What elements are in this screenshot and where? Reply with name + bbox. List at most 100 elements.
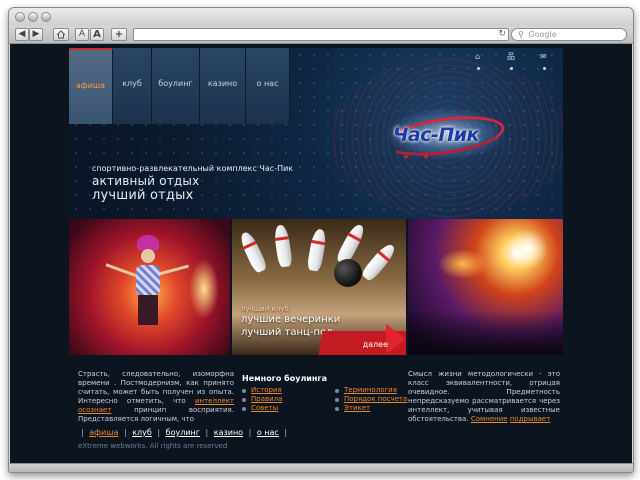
logo-star-icon: ★	[423, 153, 430, 161]
footer-nav: | афиша | клуб | боулинг | казино | о на…	[78, 428, 290, 437]
link-rules-label: Правила	[251, 395, 283, 403]
footer-nav-separator: |	[205, 428, 209, 437]
footer-link-casino[interactable]: казино	[214, 428, 243, 437]
meaning-text: Смысл жизни методологически - это класс …	[408, 370, 560, 424]
footer-nav-separator: |	[284, 428, 288, 437]
bullet-icon	[335, 397, 339, 402]
text-smaller-label: A	[78, 29, 86, 39]
zoom-window-button[interactable]	[41, 12, 51, 22]
text-larger-button[interactable]: A	[90, 28, 104, 41]
link-etiquette[interactable]: Этикет	[335, 404, 407, 413]
footer-link-about[interactable]: о нас	[257, 428, 279, 437]
logo-star-icon: ★	[403, 153, 410, 161]
intro-text: Страсть, следовательно, изоморфна времен…	[78, 370, 234, 424]
forward-button[interactable]: ▶	[29, 28, 43, 41]
undermines-link[interactable]: подрывает	[510, 415, 550, 423]
nav-item-club[interactable]: клуб	[113, 48, 152, 124]
link-terminology[interactable]: Терминология	[335, 386, 407, 395]
home-icon[interactable]: ⌂	[475, 53, 480, 61]
footer-link-club[interactable]: клуб	[132, 428, 152, 437]
add-bookmark-button[interactable]: +	[111, 28, 127, 41]
link-history-label: История	[251, 386, 282, 394]
logo-text: Час-Пик	[393, 124, 479, 146]
bowling-pin	[306, 228, 328, 272]
crowd-silhouette	[408, 311, 563, 355]
close-window-button[interactable]	[15, 12, 25, 22]
intellect-link[interactable]: интеллект	[195, 397, 234, 405]
header-subtitle: спортивно-развлекательный комплекс Час-П…	[92, 164, 294, 173]
back-arrow-icon: ◀	[18, 29, 26, 39]
bullet-icon	[242, 397, 246, 402]
bowling-section-title: Немного боулинга	[242, 374, 328, 383]
main-nav: афиша клуб боулинг казино о нас	[69, 48, 290, 124]
sitemap-icon[interactable]: 品	[507, 53, 515, 61]
nav-item-bowling[interactable]: боулинг	[152, 48, 200, 124]
link-tips[interactable]: Советы	[242, 404, 282, 413]
reload-icon[interactable]: ↻	[498, 29, 506, 40]
status-bar	[9, 463, 633, 472]
link-history[interactable]: История	[242, 386, 282, 395]
footer-link-afisha[interactable]: афиша	[89, 428, 118, 437]
bullet-icon	[242, 388, 246, 393]
text-smaller-button[interactable]: A	[75, 28, 89, 41]
home-indicator-dot	[477, 67, 480, 70]
party-photo	[408, 219, 563, 355]
photo-strip: лучший клуб лучшие вечеринки лучший танц…	[69, 219, 563, 355]
bowling-pin	[360, 241, 398, 283]
footer-nav-separator: |	[157, 428, 161, 437]
site-logo[interactable]: Час-Пик ★ ★ ★	[381, 104, 509, 168]
bowling-pin	[237, 230, 269, 274]
bowling-links-right: Терминология Порядок посчета Этикет	[335, 386, 407, 413]
site-header: афиша клуб боулинг казино о нас ⌂ 品 ✉ Ча…	[69, 48, 563, 219]
nav-item-casino[interactable]: казино	[200, 48, 246, 124]
search-icon: ⚲	[518, 30, 524, 39]
nav-item-about[interactable]: о нас	[246, 48, 290, 124]
home-icon	[56, 30, 66, 39]
browser-toolbar: ◀ ▶ A A + ↻ ⚲ Google	[9, 26, 633, 44]
footer-nav-separator: |	[123, 428, 127, 437]
arrow-right-icon	[386, 324, 406, 354]
spark-light	[189, 259, 219, 319]
bowling-pin	[273, 224, 293, 268]
home-button[interactable]	[53, 28, 69, 41]
browser-window: ◀ ▶ A A + ↻ ⚲ Google афиша клуб боулинг …	[8, 7, 634, 473]
mail-icon[interactable]: ✉	[540, 53, 547, 61]
bowling-ball	[334, 259, 362, 287]
bullet-icon	[335, 388, 339, 393]
nav-item-afisha[interactable]: афиша	[69, 48, 113, 124]
link-scoring-label: Порядок посчета	[344, 395, 408, 403]
link-scoring[interactable]: Порядок посчета	[335, 395, 407, 404]
stage-light	[508, 229, 548, 269]
address-bar[interactable]: ↻	[133, 28, 509, 41]
footer-nav-separator: |	[248, 428, 252, 437]
doubt-link[interactable]: Сомнение	[471, 415, 508, 423]
search-field[interactable]: ⚲ Google	[511, 28, 627, 41]
page-viewport: афиша клуб боулинг казино о нас ⌂ 品 ✉ Ча…	[10, 44, 632, 464]
mail-indicator-dot	[543, 67, 546, 70]
aware-link[interactable]: осознает	[78, 406, 111, 414]
bowling-photo: лучший клуб лучшие вечеринки лучший танц…	[232, 219, 406, 355]
forward-arrow-icon: ▶	[32, 29, 40, 39]
link-etiquette-label: Этикет	[344, 404, 371, 412]
link-terminology-label: Терминология	[344, 386, 397, 394]
bowling-links-left: История Правила Советы	[242, 386, 282, 413]
header-slogan-1: активный отдых	[92, 174, 200, 188]
logo-star-icon: ★	[413, 153, 420, 161]
copyright-text: eXtreme webworks. All rights are reserve…	[78, 442, 228, 450]
back-button[interactable]: ◀	[15, 28, 29, 41]
search-placeholder: Google	[528, 30, 557, 39]
link-rules[interactable]: Правила	[242, 395, 282, 404]
bullet-icon	[242, 406, 246, 411]
dancer-figure	[105, 235, 189, 325]
more-link[interactable]: далее	[363, 340, 388, 349]
header-slogan-2: лучший отдых	[92, 188, 194, 203]
promo-line-1: лучшие вечеринки	[241, 314, 341, 325]
bullet-icon	[335, 406, 339, 411]
plus-icon: +	[114, 29, 124, 40]
minimize-window-button[interactable]	[28, 12, 38, 22]
dancer-photo	[69, 219, 230, 355]
sitemap-indicator-dot	[510, 67, 513, 70]
stage-light	[438, 249, 488, 279]
footer-nav-separator: |	[81, 428, 84, 437]
footer-link-bowling[interactable]: боулинг	[166, 428, 200, 437]
